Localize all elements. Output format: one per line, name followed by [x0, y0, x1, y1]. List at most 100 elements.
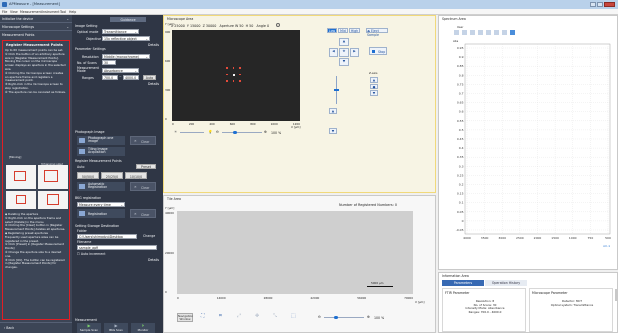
tiling-button[interactable]: Tiling Image Acquisition — [77, 147, 125, 156]
maximize-button[interactable] — [597, 2, 603, 7]
folder-input[interactable]: C:\Users\shimadzu\Desktop — [77, 234, 137, 239]
zoom-out-icon[interactable]: ⊖ — [318, 315, 321, 319]
z-auto-button[interactable]: ● — [370, 84, 378, 89]
register-clear-button[interactable]: ✕ Clear — [130, 182, 156, 191]
menu-measurement[interactable]: Measurement — [20, 10, 42, 14]
aperture-size-button[interactable]: 10/10/0 — [125, 172, 147, 179]
bkg-method-select[interactable]: Measure every time ⌄ — [77, 202, 125, 207]
spectrum-tool-icon[interactable] — [462, 30, 467, 35]
aperture-handle[interactable] — [232, 80, 235, 82]
stop-button[interactable]: Stop — [369, 47, 387, 55]
range-to-input[interactable]: 4000.0 — [123, 75, 139, 80]
nav-microscope[interactable]: Microscope Settings ⌄ — [0, 23, 72, 31]
zoom-slider[interactable] — [222, 132, 262, 133]
nav-initialize[interactable]: Initialize the device ⌄ — [0, 15, 72, 23]
optical-mode-select[interactable]: Transmittance ⌄ — [102, 29, 139, 34]
area-icon[interactable]: ⤡ — [273, 313, 277, 319]
stage-home-button[interactable]: ✥ — [339, 48, 349, 57]
minimize-button[interactable] — [590, 2, 596, 7]
aperture-handle[interactable] — [239, 80, 241, 82]
fit-width-icon[interactable]: ⌗ — [219, 313, 222, 319]
close-button[interactable] — [604, 2, 615, 7]
tab-operation-history[interactable]: Operation History — [485, 280, 527, 286]
menu-file[interactable]: File — [2, 10, 7, 14]
z-up-button[interactable]: ▲ — [370, 77, 378, 83]
filename-input[interactable]: sample_apfi — [77, 245, 157, 250]
tile-zoom-slider[interactable] — [324, 317, 364, 318]
auto-range-button[interactable]: Auto — [143, 75, 156, 80]
scans-input[interactable]: 30 — [102, 60, 116, 65]
slider-thumb[interactable] — [334, 89, 339, 91]
resolution-select[interactable]: Middle (monochrome) ⌄ — [102, 54, 150, 59]
magnification-low-button[interactable]: Low — [327, 28, 337, 33]
auto-increment-checkbox[interactable]: ☐ Auto increment — [77, 252, 106, 256]
measurement-mode-select[interactable]: Absorbance ⌄ — [102, 68, 139, 73]
stage-down-button[interactable]: ▼ — [339, 58, 349, 66]
aperture-size-button[interactable]: 25/25/0 — [101, 172, 123, 179]
aperture-handle[interactable] — [226, 73, 228, 76]
spectrum-tool-icon[interactable] — [470, 30, 475, 35]
info-scrollbar[interactable] — [615, 289, 617, 301]
tile-zoom-thumb[interactable] — [334, 315, 338, 319]
change-folder-button[interactable]: Change — [143, 234, 155, 238]
tab-parameters[interactable]: Parameters — [442, 280, 484, 286]
menu-instrument[interactable]: Instrument — [42, 10, 60, 14]
spectrum-tool-icon[interactable] — [502, 30, 507, 35]
objective-select[interactable]: 15x reflective object ⌄ — [102, 36, 150, 41]
menu-help[interactable]: Help — [69, 10, 76, 14]
pointer-icon[interactable]: ⬚ — [291, 313, 296, 319]
microscope-image[interactable] — [172, 30, 300, 121]
spectrum-tool-icon[interactable] — [478, 30, 483, 35]
fit-icon[interactable]: ⛶ — [201, 313, 205, 319]
stage-left-button[interactable]: ◀ — [329, 48, 338, 57]
move-icon[interactable]: ✥ — [255, 313, 259, 319]
select-icon[interactable]: ⤢ — [237, 313, 241, 319]
spectrum-color-icon[interactable] — [510, 30, 515, 35]
sample-scan-button[interactable]: ▶ Sample Scan — [77, 323, 101, 333]
spectrum-tool-icon[interactable] — [494, 30, 499, 35]
range-from-input[interactable]: 700.0 — [102, 75, 118, 80]
guidance-button[interactable]: Guidance — [110, 17, 146, 22]
image-details-link[interactable]: Details — [148, 43, 159, 47]
aperture-handle[interactable] — [239, 67, 241, 69]
zoom-out-icon[interactable]: ⊖ — [216, 130, 219, 134]
z-fine-up-button[interactable]: ▲ — [329, 108, 337, 114]
automatic-registration-button[interactable]: Automatic Registration — [77, 182, 125, 191]
z-down-button[interactable]: ▼ — [370, 90, 378, 96]
aperture-handle[interactable] — [226, 67, 228, 69]
stage-right-button[interactable]: ▶ — [350, 48, 359, 57]
nav-measurement-points[interactable]: Measurement Points — [0, 31, 72, 38]
eject-sample-button[interactable]: ⏏ Eject Sample — [366, 28, 388, 37]
magnification-high-button[interactable]: High — [349, 28, 360, 33]
aperture-frame[interactable] — [226, 67, 241, 82]
aperture-size-button[interactable]: 50/50/0 — [77, 172, 99, 179]
magnification-mid-button[interactable]: Mid — [338, 28, 348, 33]
menu-view[interactable]: View — [10, 10, 18, 14]
aperture-handle[interactable] — [226, 80, 228, 82]
preset-button[interactable]: Preset — [136, 164, 156, 169]
brightness-slider[interactable] — [180, 132, 204, 133]
z-fine-down-button[interactable]: ▼ — [329, 128, 337, 134]
bkg-registration-button[interactable]: Registration — [77, 209, 125, 218]
storage-details-link[interactable]: Details — [148, 258, 159, 262]
spectrum-tool-icon[interactable] — [486, 30, 491, 35]
parameter-details-link[interactable]: Details — [148, 82, 159, 86]
back-button[interactable]: ‹ Back — [0, 322, 72, 333]
aperture-handle[interactable] — [239, 73, 241, 76]
photograph-one-button[interactable]: Photograph one image — [77, 136, 125, 145]
zoom-in-icon[interactable]: ⊕ — [367, 315, 370, 319]
tile-image[interactable]: 5000 μm — [177, 211, 413, 294]
monitor-button[interactable]: ⏵ Monitor — [131, 323, 155, 333]
stage-up-button[interactable]: ▲ — [339, 38, 349, 46]
menu-tool[interactable]: Tool — [60, 10, 66, 14]
spectrum-plot[interactable]: 0.950.90.850.80.750.70.650.60.550.50.450… — [439, 42, 618, 252]
photo-clear-button[interactable]: ✕ Clear — [130, 136, 156, 145]
bkg-scan-button[interactable]: ▶ BKG Scan — [104, 323, 128, 333]
aperture-handle[interactable] — [232, 67, 235, 69]
settings-icon[interactable] — [276, 23, 280, 27]
bkg-clear-button[interactable]: ✕ Clear — [130, 209, 156, 218]
navigation-window-button[interactable]: Navigation Window — [177, 313, 193, 322]
spectrum-tool-icon[interactable] — [454, 30, 459, 35]
zoom-slider-thumb[interactable] — [233, 130, 237, 134]
zoom-in-icon[interactable]: ⊕ — [264, 130, 267, 134]
